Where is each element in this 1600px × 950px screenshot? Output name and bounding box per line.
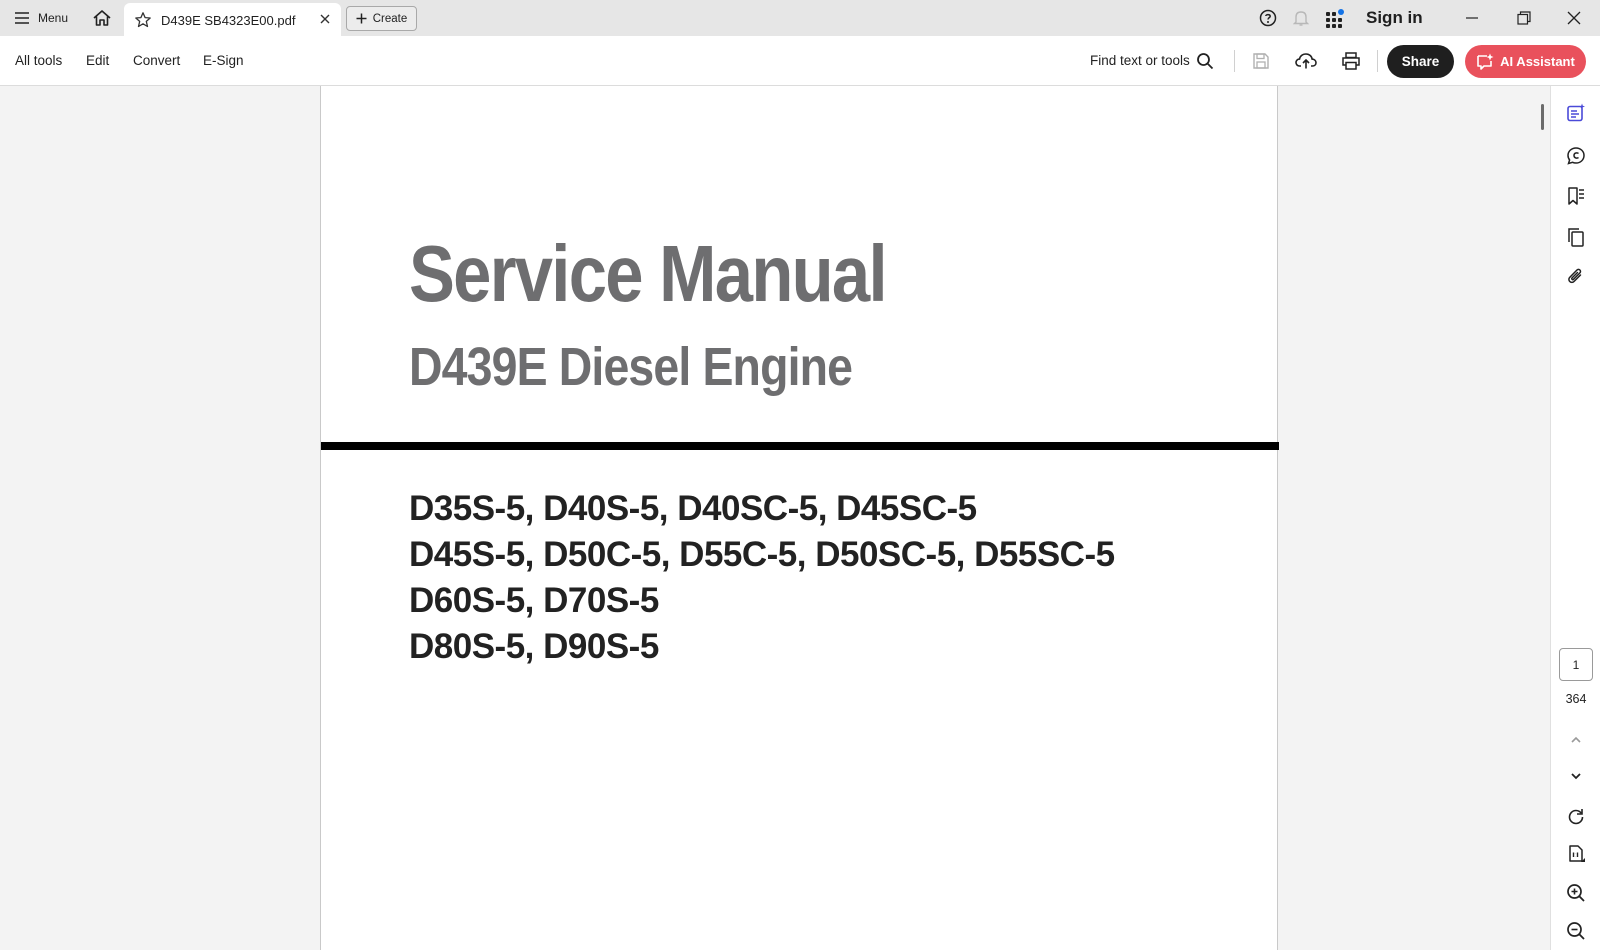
find-text-label[interactable]: Find text or tools [1090,53,1190,68]
tool-e-sign[interactable]: E-Sign [203,53,244,68]
comment-icon[interactable] [1565,145,1587,167]
share-label: Share [1401,54,1440,69]
page-number-input[interactable]: 1 [1559,648,1593,681]
menu-label: Menu [38,11,69,25]
upload-cloud-icon[interactable] [1293,48,1319,74]
zoom-in-icon[interactable] [1565,882,1587,904]
ai-assistant-label: AI Assistant [1500,54,1575,69]
ai-assistant-button[interactable]: AI Assistant [1465,45,1586,78]
model-line: D60S-5, D70S-5 [409,581,659,620]
restore-icon[interactable] [1512,6,1536,30]
rotate-icon[interactable] [1565,806,1587,828]
document-title: Service Manual [409,229,888,318]
star-icon[interactable] [134,11,152,29]
vertical-scrollbar[interactable] [1536,86,1550,950]
fit-page-icon[interactable] [1565,843,1587,865]
page-total: 364 [1565,692,1587,706]
chevron-down-icon[interactable] [1565,765,1587,787]
title-bar: Menu D439E SB4323E00.pdf Create Sign in [0,0,1600,36]
close-tab-icon[interactable] [317,11,333,27]
model-line: D45S-5, D50C-5, D55C-5, D50SC-5, D55SC-5 [409,535,1115,574]
tab-title: D439E SB4323E00.pdf [161,13,296,28]
document-viewport[interactable]: Service Manual D439E Diesel Engine D35S-… [0,86,1536,950]
document-subtitle: D439E Diesel Engine [409,337,853,397]
help-icon[interactable] [1257,8,1279,28]
apps-grid-icon[interactable] [1324,8,1346,28]
hamburger-icon [14,11,30,25]
tool-all-tools[interactable]: All tools [15,53,62,68]
share-button[interactable]: Share [1387,45,1454,78]
main-toolbar: All tools Edit Convert E-Sign Find text … [0,36,1600,86]
title-divider-rule [321,442,1279,450]
toolbar-divider [1377,50,1378,72]
chevron-up-icon[interactable] [1565,729,1587,751]
ai-assistant-icon [1476,53,1494,71]
search-icon[interactable] [1192,48,1218,74]
bookmark-icon[interactable] [1565,185,1587,207]
minimize-icon[interactable] [1460,6,1484,30]
model-line: D35S-5, D40S-5, D40SC-5, D45SC-5 [409,489,977,528]
tool-edit[interactable]: Edit [86,53,109,68]
pdf-page: Service Manual D439E Diesel Engine D35S-… [320,86,1279,950]
create-button[interactable]: Create [346,6,417,31]
home-icon[interactable] [91,8,113,28]
model-line: D80S-5, D90S-5 [409,627,659,666]
zoom-out-icon[interactable] [1565,920,1587,942]
bell-icon[interactable] [1290,8,1312,28]
tool-convert[interactable]: Convert [133,53,180,68]
save-icon[interactable] [1248,48,1274,74]
pages-icon[interactable] [1565,226,1587,248]
menu-button[interactable]: Menu [14,8,68,28]
ai-summary-icon[interactable] [1565,102,1587,124]
toolbar-divider [1234,50,1235,72]
right-rail: 1 364 [1550,86,1600,950]
print-icon[interactable] [1338,48,1364,74]
scrollbar-thumb[interactable] [1541,104,1544,130]
model-list: D35S-5, D40S-5, D40SC-5, D45SC-5 D45S-5,… [409,486,1115,670]
document-tab[interactable]: D439E SB4323E00.pdf [124,3,341,36]
attachment-icon[interactable] [1565,266,1587,288]
close-window-icon[interactable] [1562,6,1586,30]
plus-icon [356,13,367,24]
sign-in-button[interactable]: Sign in [1366,8,1423,28]
create-label: Create [372,12,408,25]
